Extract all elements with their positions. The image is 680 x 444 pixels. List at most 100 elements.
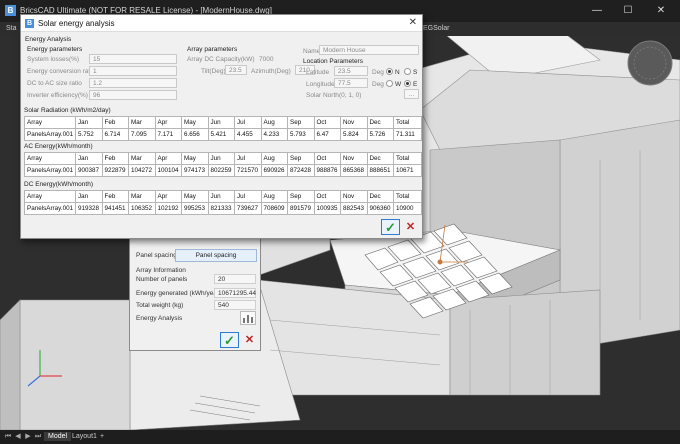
south-radio[interactable] (404, 68, 411, 75)
prev-layout-icon[interactable]: ◀ (14, 433, 22, 441)
table-row[interactable]: PanelsArray.001 5.752 6.714 7.095 7.171 … (24, 128, 422, 141)
solar-energy-analysis-dialog: B Solar energy analysis ✕ Energy Analysi… (20, 14, 423, 239)
energy-generated-label: Energy generated (kWh/year) (136, 290, 222, 297)
table-cell: 919328 (75, 202, 103, 215)
array-information-heading: Array Information (136, 267, 186, 274)
latitude-field[interactable]: 23.5 (334, 66, 368, 76)
table-cell: 10671 (393, 164, 422, 177)
table-cell: 5.421 (207, 128, 235, 141)
dc-ac-ratio-label: DC to AC size ratio (27, 80, 82, 87)
table-cell: 988876 (313, 164, 341, 177)
header-oct: Oct (313, 152, 341, 165)
system-losses-field[interactable]: 15 (89, 54, 177, 64)
header-array: Array (24, 116, 76, 129)
header-aug: Aug (260, 116, 288, 129)
energy-analysis-section: Energy Analysis (25, 36, 72, 43)
table-cell: 974173 (181, 164, 209, 177)
tab-start[interactable]: Sta (2, 23, 21, 35)
dialog-ok-button[interactable]: ✓ (381, 219, 400, 235)
dialog-cancel-button[interactable]: ✕ (402, 219, 419, 235)
table-header-row: Array Jan Feb Mar Apr May Jun Jul Aug Se… (24, 152, 422, 165)
header-nov: Nov (340, 116, 368, 129)
longitude-field[interactable]: 77.5 (334, 78, 368, 88)
table-cell: 995253 (181, 202, 209, 215)
header-jul: Jul (234, 152, 262, 165)
header-feb: Feb (101, 116, 129, 129)
array-parameters-heading: Array parameters (187, 46, 238, 53)
east-radio[interactable] (404, 80, 411, 87)
tilt-field[interactable]: 23.5 (225, 65, 247, 75)
dialog-title: Solar energy analysis (38, 19, 115, 28)
north-radio[interactable] (386, 68, 393, 75)
dialog-title-bar: B Solar energy analysis ✕ (21, 15, 422, 32)
header-total: Total (393, 116, 422, 129)
panel-spacing-button[interactable]: Panel spacing (175, 249, 257, 262)
panel-array-dialog: Panel spacing Panel spacing Array Inform… (129, 235, 261, 351)
panel-ok-button[interactable]: ✓ (220, 332, 239, 348)
table-row[interactable]: PanelsArray.001 919328 941451 106352 102… (24, 202, 422, 215)
last-layout-icon[interactable]: ⏭ (34, 433, 42, 441)
maximize-icon[interactable]: ☐ (615, 3, 641, 19)
first-layout-icon[interactable]: ⏮ (4, 433, 12, 441)
header-may: May (181, 190, 209, 203)
next-layout-icon[interactable]: ▶ (24, 433, 32, 441)
header-apr: Apr (154, 152, 182, 165)
chart-icon (243, 315, 253, 323)
table-cell: PanelsArray.001 (24, 128, 76, 141)
table-cell: 5.824 (340, 128, 368, 141)
header-jan: Jan (75, 116, 103, 129)
energy-conversion-field[interactable]: 1 (89, 66, 177, 76)
viewcube-compass-icon[interactable] (627, 40, 673, 86)
table-cell: 906360 (366, 202, 394, 215)
tab-egsolar[interactable]: EGSolar (419, 23, 453, 35)
header-aug: Aug (260, 152, 288, 165)
table-row[interactable]: PanelsArray.001 900387 922879 104272 100… (24, 164, 422, 177)
header-total: Total (393, 190, 422, 203)
solar-north-value: (0, 1, 0) (339, 92, 362, 99)
header-jul: Jul (234, 190, 262, 203)
west-radio[interactable] (386, 80, 393, 87)
solar-radiation-title: Solar Radiation (kWh/m2/day) (24, 107, 111, 114)
dc-energy-table: Array Jan Feb Mar Apr May Jun Jul Aug Se… (24, 190, 422, 215)
table-cell: 6.714 (101, 128, 129, 141)
header-total: Total (393, 152, 422, 165)
total-weight-value: 540 (214, 300, 256, 310)
layout-status-bar: ⏮ ◀ ▶ ⏭ Model Layout1 + (0, 430, 680, 444)
dc-energy-title: DC Energy(kWh/month) (24, 181, 93, 188)
table-cell: 739627 (234, 202, 262, 215)
solar-north-pick-button[interactable]: ... (404, 89, 419, 99)
table-cell: 821333 (207, 202, 235, 215)
header-nov: Nov (340, 190, 368, 203)
table-cell: PanelsArray.001 (24, 202, 76, 215)
dialog-close-icon[interactable]: ✕ (409, 17, 417, 28)
header-mar: Mar (128, 152, 156, 165)
table-cell: 5.793 (287, 128, 315, 141)
energy-analysis-chart-button[interactable] (240, 311, 256, 325)
table-cell: 102192 (154, 202, 182, 215)
location-name-field[interactable]: Modern House (319, 45, 419, 55)
inverter-efficiency-field[interactable]: 96 (89, 90, 177, 100)
dc-ac-ratio-field[interactable]: 1.2 (89, 78, 177, 88)
header-dec: Dec (366, 152, 394, 165)
panel-cancel-button[interactable]: ✕ (241, 332, 258, 348)
longitude-label: Longitude (306, 81, 335, 88)
solar-radiation-table: Array Jan Feb Mar Apr May Jun Jul Aug Se… (24, 116, 422, 141)
table-cell: PanelsArray.001 (24, 164, 76, 177)
panel-spacing-label: Panel spacing (136, 252, 177, 259)
table-cell: 872428 (287, 164, 315, 177)
table-header-row: Array Jan Feb Mar Apr May Jun Jul Aug Se… (24, 116, 422, 129)
table-header-row: Array Jan Feb Mar Apr May Jun Jul Aug Se… (24, 190, 422, 203)
minimize-icon[interactable]: — (584, 3, 610, 19)
south-label: S (413, 69, 418, 76)
header-array: Array (24, 190, 76, 203)
add-layout-button[interactable]: + (96, 432, 108, 441)
table-cell: 708609 (260, 202, 288, 215)
header-apr: Apr (154, 116, 182, 129)
window-close-icon[interactable]: ✕ (648, 3, 674, 19)
longitude-deg-label: Deg (372, 81, 384, 88)
header-mar: Mar (128, 190, 156, 203)
energy-generated-value: 10671295.44 (214, 288, 256, 298)
tilt-label: Tilt(Deg) (201, 68, 226, 75)
header-dec: Dec (366, 116, 394, 129)
table-cell: 882543 (340, 202, 368, 215)
